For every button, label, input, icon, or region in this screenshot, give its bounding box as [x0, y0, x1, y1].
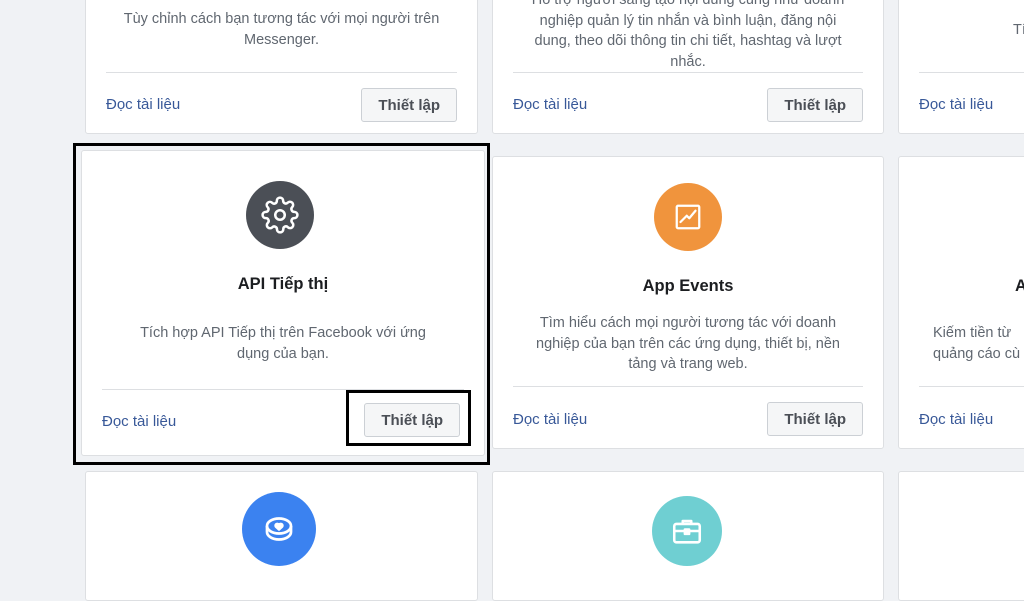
setup-button[interactable]: Thiết lập: [767, 88, 863, 122]
read-docs-link[interactable]: Đọc tài liệu: [919, 411, 993, 428]
bottom-middle-card: [492, 471, 884, 601]
card-divider: [919, 386, 1024, 387]
briefcase-icon: [672, 519, 702, 544]
setup-button[interactable]: Thiết lập: [361, 88, 457, 122]
read-docs-link[interactable]: Đọc tài liệu: [513, 411, 587, 428]
bottom-right-card: [898, 471, 1024, 601]
card-description: Tùy chỉnh cách bạn tương tác với mọi ngư…: [123, 11, 440, 48]
description-line: Hỗ trợ người sáng tạo nội dung cũng như …: [531, 0, 845, 8]
card-divider: [106, 72, 457, 73]
briefcase-icon-circle: [652, 496, 722, 566]
read-docs-link[interactable]: Đọc tài liệu: [919, 96, 993, 113]
right-middle-card: A Kiếm tiền từ quảng cáo cù Đọc tài liệu: [898, 156, 1024, 449]
chart-icon: [675, 204, 701, 230]
card-description: Hỗ trợ người sáng tạo nội dung cũng như …: [493, 0, 883, 72]
messenger-card: Tùy chỉnh cách bạn tương tác với mọi ngư…: [85, 0, 478, 134]
description-line: nhắc.: [670, 53, 706, 70]
read-docs-link[interactable]: Đọc tài liệu: [513, 96, 587, 113]
right-top-card: Tí Đọc tài liệu: [898, 0, 1024, 134]
setup-button[interactable]: Thiết lập: [767, 402, 863, 436]
setup-button-highlight-frame: [346, 390, 471, 446]
card-title: A: [1015, 277, 1024, 296]
card-description: Tí: [1013, 22, 1024, 38]
card-title: App Events: [642, 277, 734, 295]
chart-icon-circle: [654, 183, 722, 251]
card-description: Kiếm tiền từ quảng cáo cù: [933, 325, 1021, 362]
coin-heart-icon: [265, 517, 293, 541]
card-divider: [919, 72, 1024, 73]
coin-heart-icon-circle: [242, 492, 316, 566]
instagram-card: Hỗ trợ người sáng tạo nội dung cũng như …: [492, 0, 884, 134]
bottom-left-card: [85, 471, 478, 601]
read-docs-link[interactable]: Đọc tài liệu: [106, 96, 180, 113]
description-line: dung, theo dõi thông tin chi tiết, hasht…: [534, 33, 842, 49]
card-divider: [513, 72, 863, 73]
card-description: Tìm hiểu cách mọi người tương tác với do…: [536, 315, 840, 372]
card-divider: [513, 386, 863, 387]
description-line: nghiệp quản lý tin nhắn và bình luận, đă…: [539, 12, 837, 29]
app-events-card: App Events Tìm hiểu cách mọi người tương…: [492, 156, 884, 449]
